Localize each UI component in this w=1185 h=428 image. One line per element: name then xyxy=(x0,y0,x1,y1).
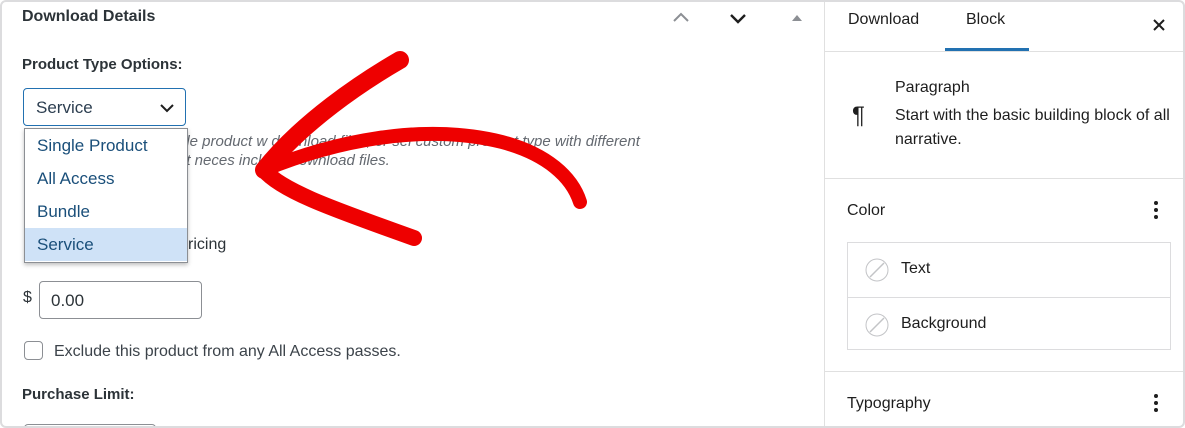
caret-up-icon[interactable] xyxy=(783,4,811,32)
product-type-select[interactable]: Service xyxy=(23,88,186,126)
chevron-up-icon[interactable] xyxy=(667,4,695,32)
download-details-panel: Download Details Product Type Options: S… xyxy=(2,2,824,426)
color-options: Text Background xyxy=(847,242,1171,350)
help-text: gle product w download files, or sel cus… xyxy=(178,133,640,150)
sidebar-tabs: Download Block xyxy=(825,2,1183,52)
product-type-label: Product Type Options: xyxy=(22,56,183,73)
price-input[interactable]: 0.00 xyxy=(39,281,202,319)
help-text-line2: ot neces include download files. xyxy=(178,152,390,169)
tab-download[interactable]: Download xyxy=(848,11,919,29)
purchase-limit-label: Purchase Limit: xyxy=(22,386,135,403)
color-item-text[interactable]: Text xyxy=(848,243,1170,296)
purchase-limit-input[interactable] xyxy=(24,424,156,426)
block-description: Start with the basic building block of a… xyxy=(895,107,1170,148)
active-tab-indicator xyxy=(945,48,1029,51)
dropdown-option-all-access[interactable]: All Access xyxy=(25,162,187,195)
more-vertical-icon[interactable] xyxy=(1146,198,1166,222)
exclude-all-access-checkbox[interactable] xyxy=(24,341,43,360)
divider xyxy=(825,178,1183,179)
dropdown-option-bundle[interactable]: Bundle xyxy=(25,195,187,228)
color-item-background[interactable]: Background xyxy=(848,297,1170,351)
block-name: Paragraph xyxy=(895,79,970,96)
panel-title: Download Details xyxy=(22,8,156,25)
variable-pricing-label: ricing xyxy=(188,236,227,253)
color-item-label: Text xyxy=(901,260,931,277)
chevron-down-icon[interactable] xyxy=(724,4,752,32)
close-icon[interactable] xyxy=(1146,12,1172,38)
color-item-label: Background xyxy=(901,315,987,332)
typography-section-title: Typography xyxy=(847,395,931,412)
no-color-swatch-icon xyxy=(865,258,889,287)
divider xyxy=(825,371,1183,372)
select-value: Service xyxy=(36,98,93,117)
exclude-all-access-label: Exclude this product from any All Access… xyxy=(54,343,401,360)
tab-block[interactable]: Block xyxy=(966,11,1005,29)
pilcrow-icon: ¶ xyxy=(852,102,865,129)
no-color-swatch-icon xyxy=(865,313,889,342)
dropdown-option-single-product[interactable]: Single Product xyxy=(25,129,187,162)
editor-frame: Download Details Product Type Options: S… xyxy=(0,0,1185,428)
more-vertical-icon[interactable] xyxy=(1146,391,1166,415)
price-value: 0.00 xyxy=(51,291,85,310)
currency-symbol: $ xyxy=(23,289,32,306)
product-type-dropdown: Single Product All Access Bundle Service xyxy=(24,128,188,263)
color-section-title: Color xyxy=(847,202,886,219)
chevron-down-icon xyxy=(159,101,175,120)
settings-sidebar: Download Block ¶ Paragraph Start with th… xyxy=(824,2,1183,426)
dropdown-option-service[interactable]: Service xyxy=(25,228,187,261)
